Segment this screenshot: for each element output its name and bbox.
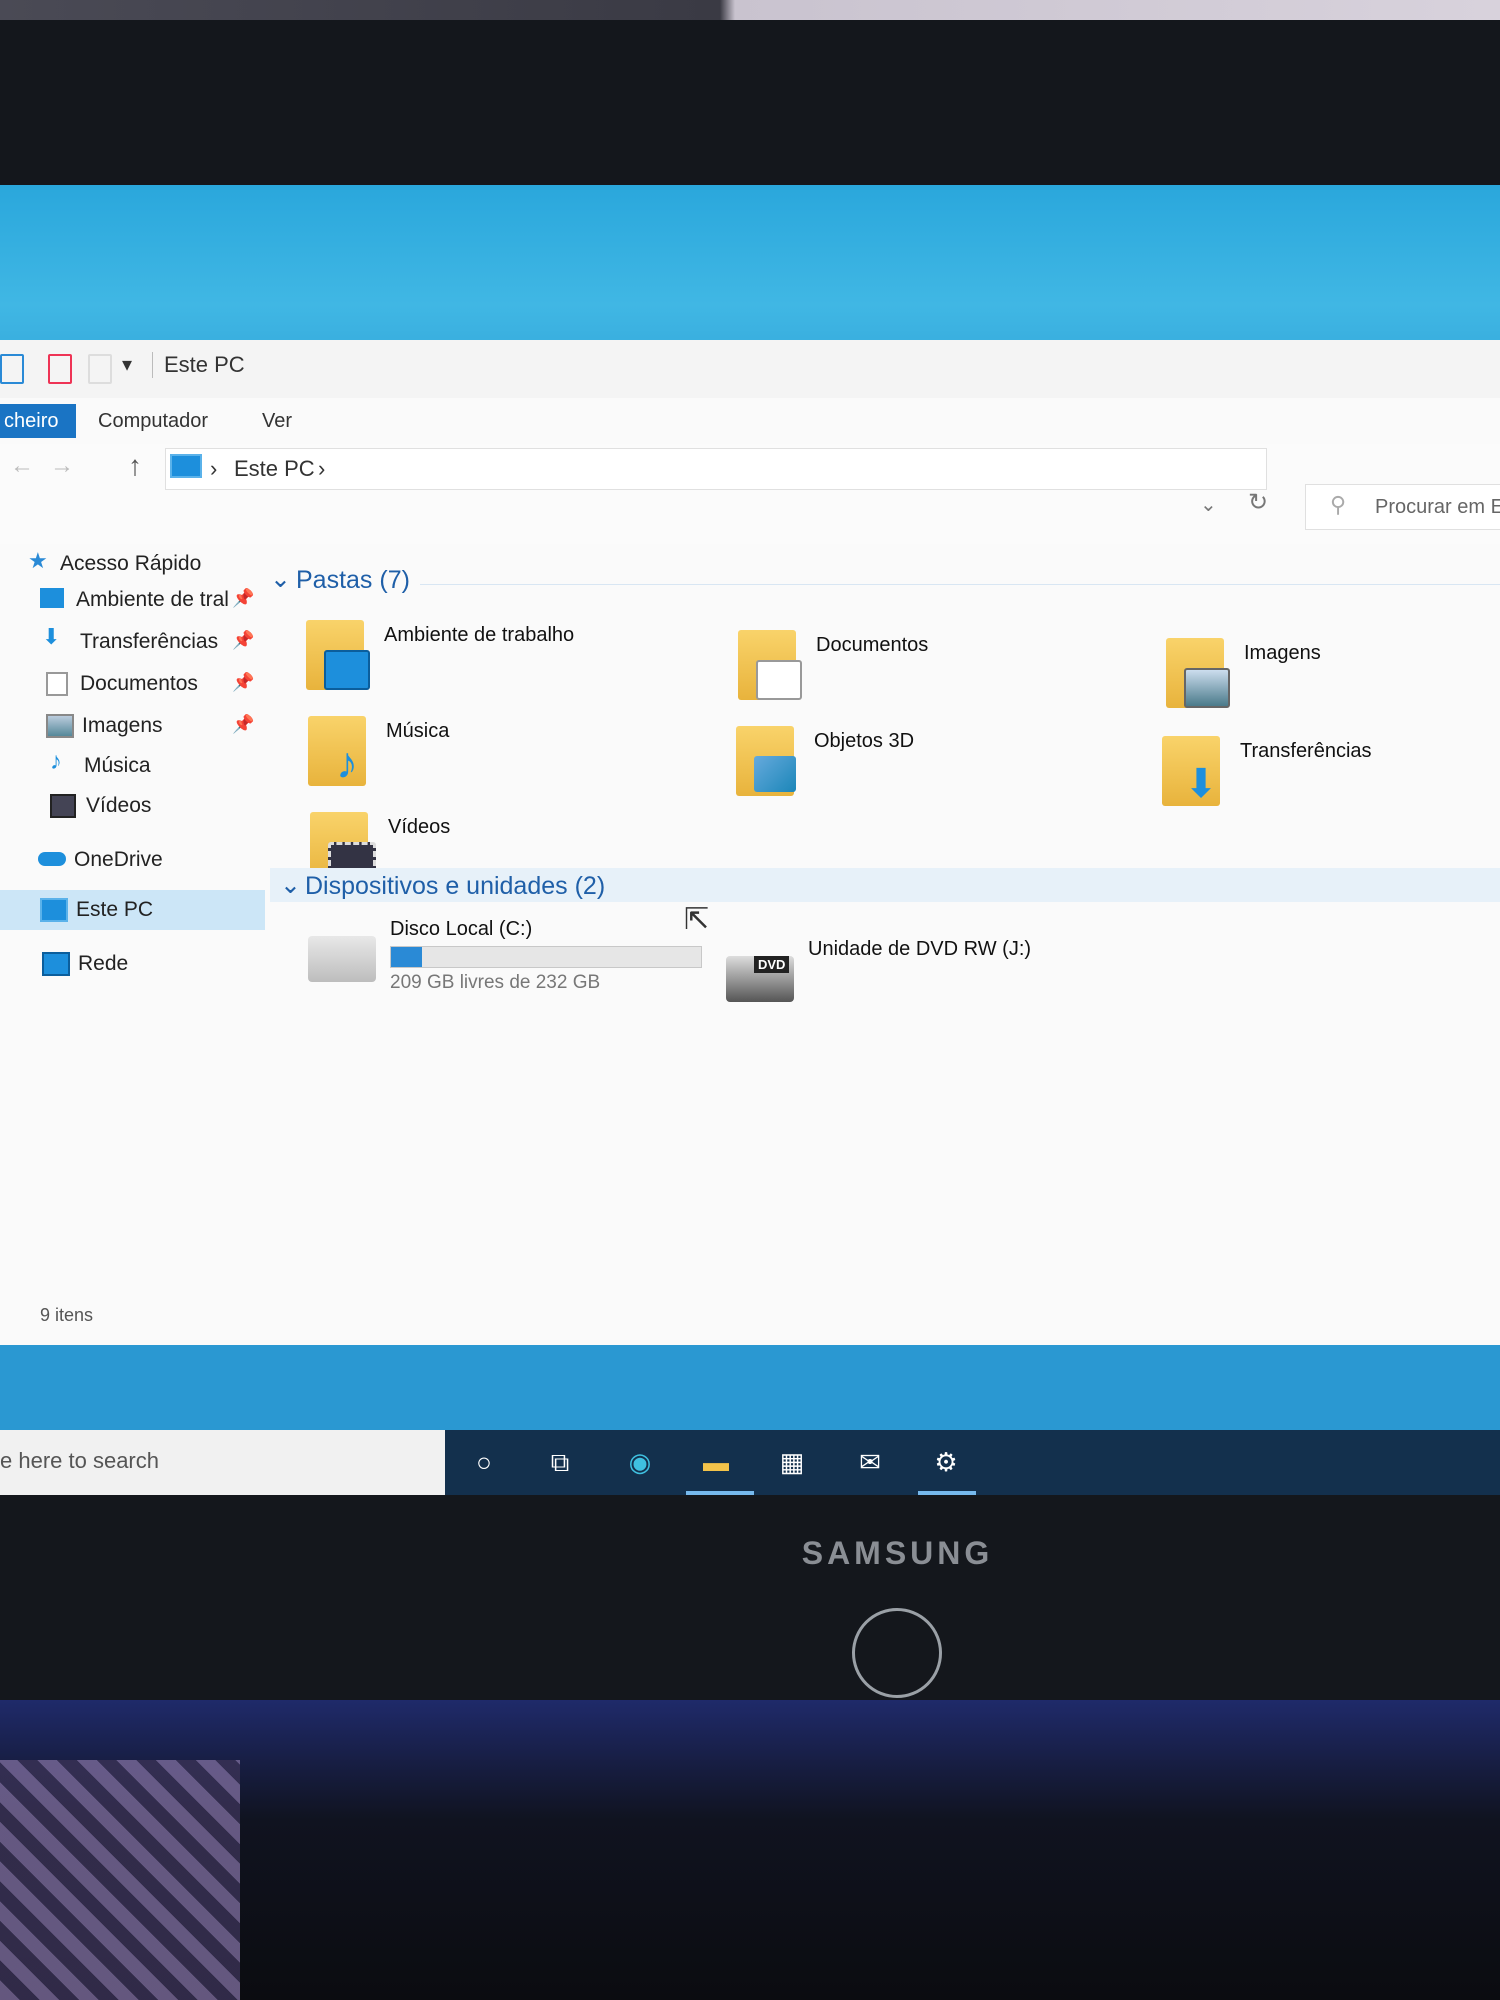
group-divider bbox=[420, 584, 1500, 585]
search-icon: ⚲ bbox=[1330, 492, 1347, 517]
window-title: Este PC bbox=[164, 352, 245, 377]
drive-c[interactable]: Disco Local (C:) 209 GB livres de 232 GB bbox=[308, 918, 708, 1018]
devices-group-header[interactable]: Dispositivos e unidades (2) bbox=[305, 872, 605, 901]
search-placeholder: Procurar em E bbox=[1375, 496, 1500, 518]
sidebar-item-documents[interactable]: Documentos 📌 bbox=[0, 664, 265, 704]
tab-file[interactable]: cheiro bbox=[0, 404, 77, 438]
folder-pictures[interactable]: Imagens bbox=[1166, 638, 1500, 728]
properties-icon[interactable] bbox=[48, 354, 72, 384]
forward-arrow-icon[interactable]: → bbox=[50, 452, 74, 480]
screen: ▾ Este PC cheiro Computador Ver ← → ↑ › … bbox=[0, 185, 1500, 1495]
breadcrumb-este-pc[interactable]: Este PC bbox=[234, 456, 315, 482]
pin-icon[interactable]: 📌 bbox=[232, 714, 254, 735]
mail-icon[interactable]: ✉ bbox=[852, 1444, 888, 1480]
mouse-cursor-icon: ⇱ bbox=[684, 903, 710, 936]
desktop-folder-icon bbox=[324, 650, 370, 690]
music-icon: ♪ bbox=[50, 748, 62, 775]
ribbon-tabs: cheiro Computador Ver bbox=[0, 398, 1500, 445]
sidebar-item-downloads[interactable]: ⬇ Transferências 📌 bbox=[0, 622, 265, 662]
breadcrumb-chevron-icon[interactable]: › bbox=[318, 456, 325, 482]
pictures-folder-icon bbox=[1184, 668, 1230, 708]
video-icon bbox=[50, 794, 76, 818]
drive-usage-fill bbox=[391, 947, 422, 967]
file-explorer-icon[interactable]: ▬ bbox=[698, 1444, 734, 1480]
sidebar-item-this-pc[interactable]: Este PC bbox=[0, 890, 265, 930]
up-arrow-icon[interactable]: ↑ bbox=[128, 450, 142, 482]
cortana-circle-icon[interactable]: ○ bbox=[466, 1444, 502, 1480]
breadcrumb-chevron-icon[interactable]: › bbox=[210, 456, 217, 482]
folders-group-header[interactable]: Pastas (7) bbox=[296, 566, 410, 595]
image-icon bbox=[46, 714, 74, 738]
monitor-brand: SAMSUNG bbox=[801, 1535, 994, 1571]
document-icon bbox=[46, 672, 68, 696]
computer-icon bbox=[170, 454, 202, 478]
taskbar: e here to search ○ ⧉ ◉ ▬ ▦ ✉ ⚙ bbox=[0, 1430, 1500, 1495]
folder-documents[interactable]: Documentos bbox=[738, 630, 1138, 720]
sidebar-item-desktop[interactable]: Ambiente de tral 📌 bbox=[0, 580, 265, 620]
customize-toolbar-icon[interactable]: ▾ bbox=[122, 352, 132, 377]
navigation-pane: ★ Acesso Rápido Ambiente de tral 📌 ⬇ Tra… bbox=[0, 544, 265, 1304]
active-app-indicator bbox=[686, 1491, 754, 1495]
status-item-count: 9 itens bbox=[40, 1305, 94, 1325]
refresh-icon[interactable]: ↻ bbox=[1248, 488, 1268, 517]
task-view-icon[interactable]: ⧉ bbox=[542, 1444, 578, 1480]
settings-indicator bbox=[918, 1491, 976, 1495]
file-explorer-window: ▾ Este PC cheiro Computador Ver ← → ↑ › … bbox=[0, 340, 1500, 1345]
title-separator bbox=[152, 352, 153, 378]
group-toggle-icon[interactable]: ⌄ bbox=[280, 870, 301, 900]
3d-objects-folder-icon bbox=[754, 756, 796, 792]
sidebar-item-videos[interactable]: Vídeos bbox=[0, 786, 265, 826]
sidebar-item-network[interactable]: Rede bbox=[0, 944, 265, 984]
downloads-folder-icon: ⬇ bbox=[1184, 762, 1218, 806]
computer-icon bbox=[40, 898, 68, 922]
pin-icon[interactable]: 📌 bbox=[232, 672, 254, 693]
desktop-icon bbox=[40, 588, 64, 608]
settings-icon[interactable]: ⚙ bbox=[928, 1444, 964, 1480]
tab-computer[interactable]: Computador bbox=[86, 404, 220, 438]
drive-usage-bar bbox=[390, 946, 702, 968]
drive-dvd[interactable]: DVD Unidade de DVD RW (J:) bbox=[726, 938, 1126, 1038]
network-icon bbox=[42, 952, 70, 976]
pin-icon[interactable]: 📌 bbox=[232, 588, 254, 609]
back-arrow-icon[interactable]: ← bbox=[10, 452, 34, 480]
dvd-label: DVD bbox=[754, 956, 790, 973]
window-icon bbox=[0, 354, 24, 384]
folder-music[interactable]: ♪ Música bbox=[308, 716, 708, 806]
address-field[interactable] bbox=[165, 448, 1267, 490]
group-toggle-icon[interactable]: ⌄ bbox=[270, 564, 291, 594]
hard-drive-icon bbox=[308, 936, 376, 982]
power-button-icon[interactable] bbox=[852, 1608, 942, 1698]
edge-icon[interactable]: ◉ bbox=[622, 1444, 658, 1480]
address-dropdown-icon[interactable]: ⌄ bbox=[1200, 492, 1217, 517]
sidebar-item-quick-access[interactable]: ★ Acesso Rápido bbox=[0, 544, 265, 584]
sidebar-item-onedrive[interactable]: OneDrive bbox=[0, 840, 265, 880]
tab-view[interactable]: Ver bbox=[250, 404, 304, 438]
new-folder-icon[interactable] bbox=[88, 354, 112, 384]
taskbar-search-box[interactable]: e here to search bbox=[0, 1430, 445, 1495]
folder-downloads[interactable]: ⬇ Transferências bbox=[1162, 736, 1500, 826]
cloud-icon bbox=[38, 852, 66, 866]
store-icon[interactable]: ▦ bbox=[774, 1444, 810, 1480]
documents-folder-icon bbox=[756, 660, 802, 700]
sidebar-item-pictures[interactable]: Imagens 📌 bbox=[0, 706, 265, 746]
folder-3d-objects[interactable]: Objetos 3D bbox=[736, 726, 1136, 816]
star-icon: ★ bbox=[28, 548, 48, 573]
download-icon: ⬇ bbox=[42, 624, 61, 649]
title-bar: ▾ Este PC bbox=[0, 340, 1500, 398]
folder-desktop[interactable]: Ambiente de trabalho bbox=[306, 620, 706, 710]
sidebar-item-music[interactable]: ♪ Música bbox=[0, 746, 265, 786]
fabric bbox=[0, 1760, 240, 2000]
address-bar-area: ← → ↑ › Este PC › ⌄ ↻ ⚲ Procurar em E bbox=[0, 444, 1500, 544]
pin-icon[interactable]: 📌 bbox=[232, 630, 254, 651]
music-folder-icon: ♪ bbox=[336, 739, 358, 788]
